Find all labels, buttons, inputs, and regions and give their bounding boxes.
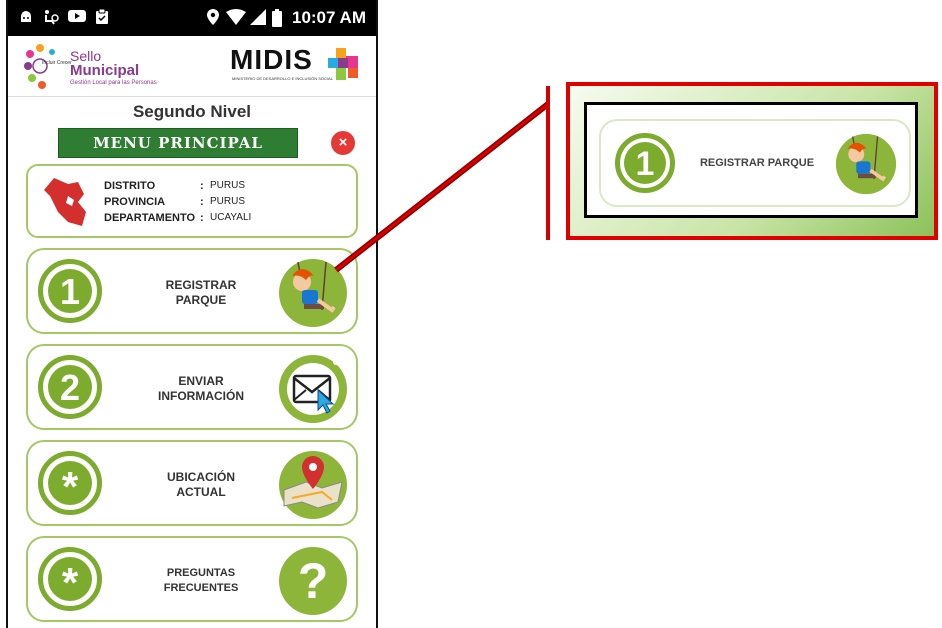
clipboard-icon: [94, 8, 110, 30]
status-time: 10:07 AM: [291, 8, 366, 27]
svg-text:?: ?: [298, 553, 329, 609]
number-two-badge: 2: [38, 355, 102, 419]
info-key: PROVINCIA: [104, 196, 166, 208]
wifi-icon: [226, 9, 246, 30]
info-key: DEPARTAMENTO: [104, 212, 196, 224]
question-icon: ?: [279, 547, 347, 615]
card-label: REGISTRAR PARQUE: [126, 278, 276, 308]
card-label-line1: PREGUNTAS: [166, 567, 236, 579]
location-info-card: DISTRITO : PURUS PROVINCIA : PURUS DEPAR…: [26, 164, 358, 238]
menu-principal-banner: MENU PRINCIPAL: [58, 128, 298, 158]
midis-blocks-icon: [328, 48, 358, 80]
info-value: PURUS: [210, 180, 246, 191]
battery-icon: [272, 9, 282, 32]
info-separator: :: [200, 212, 204, 224]
zoom-callout: 1 REGISTRAR PARQUE: [566, 82, 938, 240]
app-header: Incluir Crecer Sello Municipal Gestión L…: [8, 36, 376, 97]
info-key: DISTRITO: [104, 180, 156, 192]
midis-logo-subtext: MINISTERIO DE DESARROLLO E INCLUSIÓN SOC…: [232, 76, 333, 81]
enviar-informacion-button[interactable]: 2 ENVIAR INFORMACIÓN: [26, 344, 358, 430]
logo-small-text: Incluir Crecer: [42, 60, 72, 66]
level-title: Segundo Nivel: [132, 102, 252, 121]
info-separator: :: [200, 196, 204, 208]
registrar-parque-button[interactable]: 1 REGISTRAR PARQUE: [26, 248, 358, 334]
number-one-badge: 1: [615, 133, 675, 193]
child-swing-icon: [835, 133, 897, 195]
accessibility-icon: [42, 9, 60, 30]
card-label: ENVIAR INFORMACIÓN: [126, 374, 276, 404]
info-value: UCAYALI: [210, 212, 252, 223]
logo-sello-line2: Municipal: [70, 62, 140, 79]
android-icon: [18, 9, 34, 30]
peru-map-icon: [44, 178, 86, 226]
youtube-icon: [68, 9, 86, 28]
ubicacion-actual-button[interactable]: * UBICACIÓN ACTUAL: [26, 440, 358, 526]
close-icon: ×: [338, 134, 348, 151]
child-swing-icon: [279, 259, 347, 327]
badge-text: *: [48, 557, 92, 606]
info-separator: :: [200, 180, 204, 192]
badge-text: *: [48, 461, 92, 510]
card-label-line2: ACTUAL: [176, 485, 226, 499]
sello-circles-icon: [24, 44, 55, 89]
location-icon: [206, 9, 220, 30]
close-button[interactable]: ×: [331, 131, 355, 155]
card-label-line2: FRECUENTES: [163, 582, 239, 594]
signal-icon: [250, 9, 266, 30]
badge-text: 1: [624, 142, 666, 184]
preguntas-frecuentes-button[interactable]: * PREGUNTAS FRECUENTES ?: [26, 536, 358, 622]
zoom-card-label: REGISTRAR PARQUE: [699, 157, 815, 169]
card-label-line2: PARQUE: [175, 293, 227, 307]
asterisk-badge: *: [38, 547, 102, 611]
map-pin-icon: [279, 451, 347, 519]
midis-logo: MIDIS MINISTERIO DE DESARROLLO E INCLUSI…: [230, 44, 362, 88]
logo-sello-tagline: Gestión Local para las Personas: [70, 80, 157, 86]
info-value: PURUS: [210, 196, 246, 207]
badge-text: 1: [48, 269, 92, 313]
sello-municipal-logo: Incluir Crecer Sello Municipal Gestión L…: [22, 42, 182, 90]
card-label: UBICACIÓN ACTUAL: [126, 470, 276, 500]
badge-text: 2: [48, 365, 92, 409]
zoom-frame: 1 REGISTRAR PARQUE: [584, 102, 918, 218]
status-bar: 10:07 AM: [8, 0, 376, 36]
asterisk-badge: *: [38, 451, 102, 515]
card-label-line1: REGISTRAR: [165, 278, 237, 292]
zoomed-registrar-parque-card: 1 REGISTRAR PARQUE: [599, 119, 911, 207]
card-label-line2: INFORMACIÓN: [158, 389, 244, 403]
card-label-line1: UBICACIÓN: [167, 470, 235, 484]
card-label: PREGUNTAS FRECUENTES: [126, 566, 276, 596]
number-one-badge: 1: [38, 259, 102, 323]
envelope-cursor-icon: [279, 355, 347, 423]
phone-screen: 10:07 AM Incluir Crecer Sello Municipal …: [6, 0, 378, 628]
card-label-line1: ENVIAR: [178, 374, 224, 388]
midis-logo-text: MIDIS: [230, 44, 313, 75]
